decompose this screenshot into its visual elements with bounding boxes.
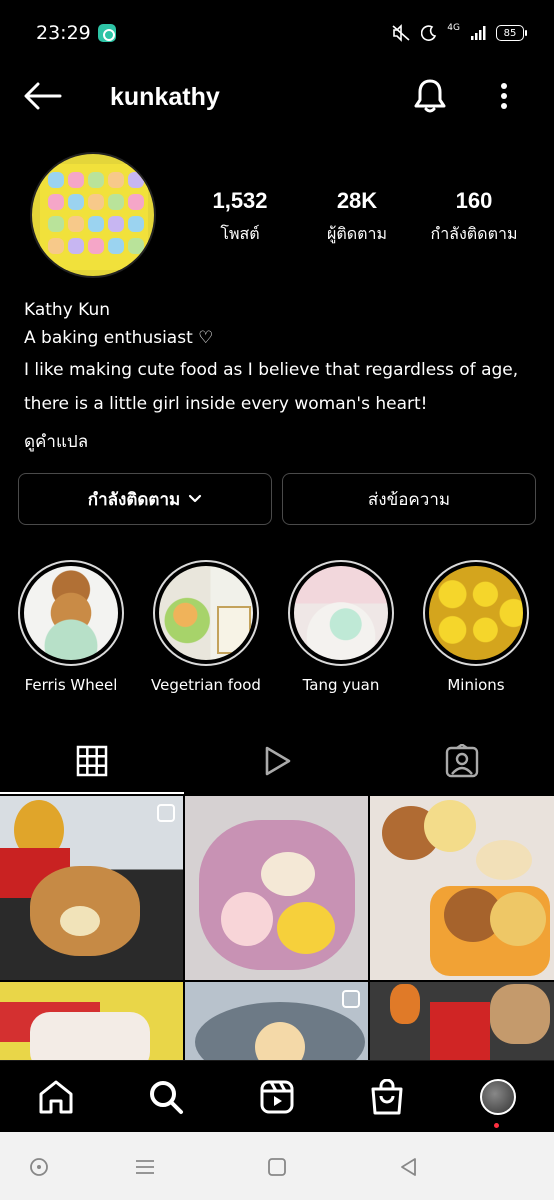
highlight-image — [159, 566, 253, 660]
grid-icon — [76, 745, 108, 777]
highlight-ring — [288, 560, 394, 666]
back-triangle-icon — [401, 1158, 416, 1176]
followers-stat[interactable]: 28K ผู้ติดตาม — [302, 188, 412, 247]
multiple-posts-icon — [342, 990, 360, 1008]
highlight-image — [24, 566, 118, 660]
bio-line: A baking enthusiast ♡ — [24, 328, 214, 348]
following-label: กำลังติดตาม — [430, 224, 518, 243]
highlight-vegetrian-food[interactable]: Vegetrian food — [146, 560, 266, 694]
highlight-label: Ferris Wheel — [24, 676, 118, 694]
highlight-ring — [153, 560, 259, 666]
highlight-ferris-wheel[interactable]: Ferris Wheel — [11, 560, 131, 694]
profile-header: kunkathy — [0, 64, 554, 128]
posts-label: โพสต์ — [220, 224, 260, 243]
post-thumbnail[interactable] — [0, 982, 183, 1060]
multiple-posts-icon — [157, 804, 175, 822]
notification-dot — [494, 1123, 499, 1128]
more-options-button[interactable] — [490, 78, 518, 114]
mute-icon — [392, 24, 410, 42]
nav-search[interactable] — [146, 1077, 186, 1117]
posts-grid — [0, 796, 554, 1060]
nav-home[interactable] — [36, 1077, 76, 1117]
tagged-person-icon — [445, 744, 479, 778]
post-thumbnail[interactable] — [370, 796, 554, 980]
post-thumbnail[interactable] — [185, 982, 368, 1060]
search-icon — [150, 1081, 183, 1114]
assistant-button[interactable] — [24, 1152, 54, 1182]
highlight-label: Tang yuan — [302, 676, 380, 694]
highlight-ring — [423, 560, 529, 666]
following-button-label: กำลังติดตาม — [87, 489, 181, 510]
profile-username: kunkathy — [110, 83, 220, 111]
back-arrow-icon — [24, 82, 62, 110]
play-icon — [265, 746, 291, 776]
signal-icon — [471, 26, 486, 40]
followers-label: ผู้ติดตาม — [326, 224, 388, 243]
bio-line: I like making cute food as I believe tha… — [24, 360, 519, 380]
home-button[interactable] — [262, 1152, 292, 1182]
moon-icon — [421, 25, 437, 41]
network-label: 4G — [447, 23, 460, 33]
bell-icon — [414, 79, 446, 113]
bio-line: there is a little girl inside every woma… — [24, 394, 428, 414]
status-icons: 4G 85 — [391, 23, 527, 42]
posts-stat[interactable]: 1,532 โพสต์ — [185, 188, 295, 247]
home-icon — [39, 1080, 73, 1114]
highlight-ring — [18, 560, 124, 666]
message-button-label: ส่งข้อความ — [367, 489, 451, 510]
shop-bag-icon — [371, 1079, 403, 1115]
assistant-icon — [30, 1158, 48, 1176]
nav-profile[interactable] — [478, 1077, 518, 1117]
notification-app-icon — [98, 24, 116, 42]
nav-shop[interactable] — [367, 1077, 407, 1117]
posts-count: 1,532 — [212, 188, 268, 213]
post-thumbnail[interactable] — [185, 796, 368, 980]
highlight-image — [294, 566, 388, 660]
recents-button[interactable] — [130, 1152, 160, 1182]
bottom-navigation — [0, 1060, 554, 1132]
nav-profile-avatar — [480, 1079, 516, 1115]
avatar-image — [40, 164, 148, 270]
profile-bio: Kathy Kun A baking enthusiast ♡ I like m… — [24, 300, 544, 458]
tab-reels[interactable] — [185, 728, 369, 794]
status-bar: 23:29 4G 85 — [0, 0, 554, 64]
tab-grid[interactable] — [0, 728, 184, 794]
home-square-icon — [268, 1158, 286, 1176]
nav-reels[interactable] — [257, 1077, 297, 1117]
story-highlights: Ferris Wheel Vegetrian food Tang yuan Mi… — [0, 560, 554, 700]
profile-tabs — [0, 728, 554, 794]
highlight-label: Vegetrian food — [151, 676, 261, 694]
battery-icon: 85 — [496, 25, 527, 41]
system-navigation-bar — [0, 1132, 554, 1200]
post-thumbnail[interactable] — [370, 982, 554, 1060]
battery-level: 85 — [503, 27, 517, 39]
see-translation-link[interactable]: ดูคำแปล — [24, 428, 544, 458]
post-thumbnail[interactable] — [0, 796, 183, 980]
profile-avatar[interactable] — [30, 152, 156, 278]
profile-display-name: Kathy Kun — [24, 300, 111, 320]
profile-stats: 1,532 โพสต์ 28K ผู้ติดตาม 160 กำลังติดตา… — [196, 188, 536, 258]
highlight-tang-yuan[interactable]: Tang yuan — [281, 560, 401, 694]
tab-tagged[interactable] — [370, 728, 554, 794]
message-button[interactable]: ส่งข้อความ — [282, 473, 536, 525]
highlight-label: Minions — [447, 676, 505, 694]
followers-count: 28K — [336, 188, 378, 213]
following-stat[interactable]: 160 กำลังติดตาม — [419, 188, 529, 247]
notifications-button[interactable] — [410, 76, 450, 116]
status-time: 23:29 — [36, 22, 91, 44]
chevron-down-icon — [189, 494, 202, 503]
more-vertical-icon — [501, 83, 507, 109]
recents-menu-icon — [136, 1160, 154, 1174]
tab-active-indicator — [0, 792, 184, 794]
following-button[interactable]: กำลังติดตาม — [18, 473, 272, 525]
back-system-button[interactable] — [394, 1152, 424, 1182]
reels-icon — [260, 1080, 294, 1114]
highlight-minions[interactable]: Minions — [416, 560, 536, 694]
highlight-image — [429, 566, 523, 660]
following-count: 160 — [455, 188, 493, 213]
back-button[interactable] — [22, 78, 64, 114]
